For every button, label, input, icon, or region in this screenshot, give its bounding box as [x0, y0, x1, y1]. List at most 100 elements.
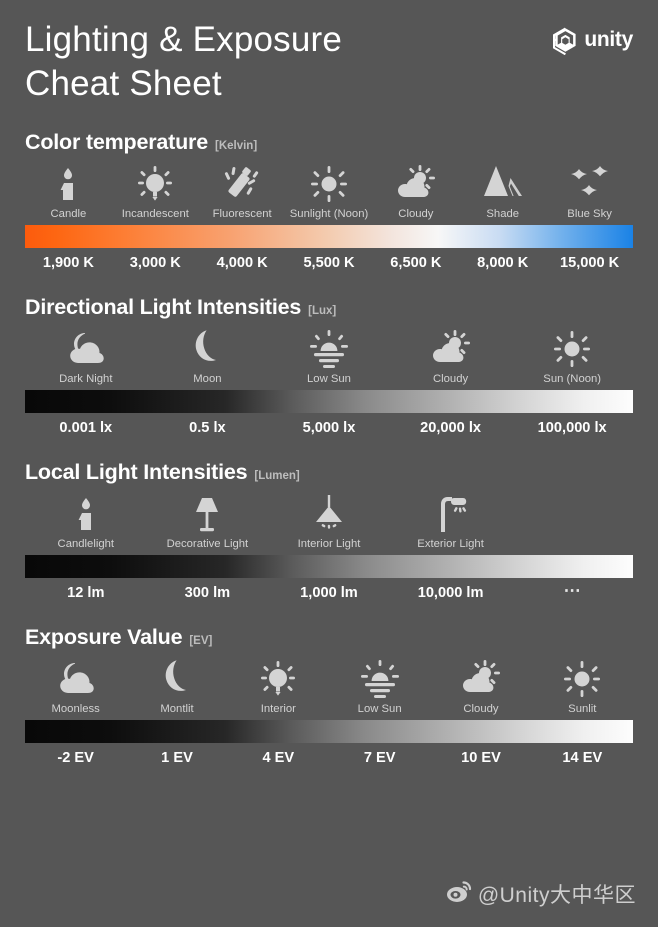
page-header: Lighting & Exposure Cheat Sheet unity	[25, 0, 633, 120]
directional-light-gradient-bar	[25, 390, 633, 413]
legend-item: Incandescent	[112, 162, 199, 220]
unity-cube-icon	[551, 25, 579, 55]
section-title: Directional Light Intensities	[25, 295, 302, 319]
section-unit: [Lumen]	[254, 470, 300, 482]
value-label: 5,000 lx	[302, 420, 356, 436]
moon-cloud-icon	[65, 327, 107, 369]
exposure-value-gradient-bar	[25, 720, 633, 743]
value-label: 8,000 K	[477, 255, 529, 271]
legend-label: Decorative Light	[166, 538, 249, 550]
legend-label: Low Sun	[357, 703, 402, 715]
legend-item: Sun (Noon)	[511, 327, 633, 385]
sun-icon	[310, 162, 348, 204]
value-label: 100,000 lx	[537, 420, 607, 436]
icon-row: Moonless Montlit Interior Low Sun Cloudy…	[25, 657, 633, 715]
candle-icon	[55, 162, 81, 204]
legend-item: Fluorescent	[199, 162, 286, 220]
legend-label: Montlit	[160, 703, 194, 715]
value-label: 20,000 lx	[420, 420, 482, 436]
legend-item: Low Sun	[329, 657, 430, 715]
section-title: Color temperature	[25, 130, 208, 154]
street-lamp-icon	[431, 492, 471, 534]
legend-label: Shade	[486, 208, 520, 220]
value-label: 12 lm	[67, 585, 105, 601]
section-header: Directional Light Intensities [Lux]	[25, 295, 633, 320]
legend-label: Interior	[260, 703, 296, 715]
legend-item: Cloudy	[430, 657, 531, 715]
icon-row: Candlelight Decorative Light Interior Li…	[25, 492, 633, 550]
legend-label: Sunlight (Noon)	[289, 208, 369, 220]
value-label: 4 EV	[262, 750, 295, 766]
section-unit: [Kelvin]	[214, 140, 258, 152]
section-unit: [EV]	[189, 635, 213, 647]
unity-brand-logo: unity	[551, 25, 633, 55]
sunset-icon	[308, 327, 350, 369]
value-label: 5,500 K	[303, 255, 355, 271]
page-title: Lighting & Exposure Cheat Sheet	[25, 20, 343, 103]
value-label: -2 EV	[57, 750, 94, 766]
value-row: 1,900 K 3,000 K 4,000 K 5,500 K 6,500 K …	[25, 255, 633, 271]
section-directional-light-intensities: Directional Light Intensities [Lux] Dark…	[25, 295, 633, 436]
legend-item: Moonless	[25, 657, 126, 715]
section-header: Local Light Intensities [Lumen]	[25, 460, 633, 485]
sun-cloud-icon	[460, 657, 502, 699]
legend-item: Candle	[25, 162, 112, 220]
legend-label: Moon	[193, 373, 222, 385]
section-local-light-intensities: Local Light Intensities [Lumen] Candleli…	[25, 460, 633, 601]
legend-label: Blue Sky	[567, 208, 612, 220]
icon-row: Candle Incandescent Fluorescent Sunlight…	[25, 162, 633, 220]
section-title: Local Light Intensities	[25, 460, 248, 484]
legend-item: Low Sun	[268, 327, 390, 385]
legend-item: Shade	[459, 162, 546, 220]
value-label: 0.5 lx	[189, 420, 226, 436]
sun-cloud-icon	[395, 162, 437, 204]
cheat-sheet-page: Lighting & Exposure Cheat Sheet unity Co…	[0, 0, 658, 927]
legend-label: Sunlit	[568, 703, 597, 715]
section-exposure-value: Exposure Value [EV] Moonless Montlit Int…	[25, 625, 633, 766]
legend-item: Interior Light	[268, 492, 390, 550]
legend-label: Exterior Light	[417, 538, 484, 550]
legend-label: Cloudy	[463, 703, 499, 715]
value-row: 12 lm 300 lm 1,000 lm 10,000 lm ⋯	[25, 582, 633, 601]
birds-icon	[569, 162, 611, 204]
lightbulb-icon	[136, 162, 174, 204]
value-label: 1,900 K	[42, 255, 94, 271]
value-label: 0.001 lx	[59, 420, 113, 436]
local-light-gradient-bar	[25, 555, 633, 578]
table-lamp-icon	[189, 492, 225, 534]
section-header: Color temperature [Kelvin]	[25, 130, 633, 155]
icon-row: Dark Night Moon Low Sun Cloudy Sun (Noon…	[25, 327, 633, 385]
value-label: 7 EV	[363, 750, 396, 766]
value-label: 10,000 lm	[417, 585, 484, 601]
value-row: -2 EV 1 EV 4 EV 7 EV 10 EV 14 EV	[25, 750, 633, 766]
legend-label: Interior Light	[297, 538, 361, 550]
value-label: 10 EV	[461, 750, 501, 766]
legend-item: Interior	[228, 657, 329, 715]
legend-label: Low Sun	[307, 373, 351, 385]
legend-item: Moon	[147, 327, 269, 385]
weibo-watermark: @Unity大中华区	[446, 879, 636, 909]
value-label: 300 lm	[184, 585, 231, 601]
weibo-icon	[446, 880, 472, 908]
candle-icon	[73, 492, 99, 534]
value-label: 4,000 K	[216, 255, 268, 271]
legend-label: Moonless	[51, 703, 100, 715]
fluorescent-icon	[223, 162, 261, 204]
lightbulb-icon	[259, 657, 297, 699]
legend-label: Candlelight	[57, 538, 115, 550]
value-label: 1 EV	[161, 750, 193, 766]
legend-item: Decorative Light	[147, 492, 269, 550]
value-label: 15,000 K	[559, 255, 620, 271]
legend-label: Cloudy	[398, 208, 434, 220]
legend-label: Sun (Noon)	[543, 373, 602, 385]
pendant-lamp-icon	[309, 492, 349, 534]
section-unit: [Lux]	[308, 305, 337, 317]
legend-label: Incandescent	[121, 208, 189, 220]
legend-label: Candle	[50, 208, 87, 220]
legend-item: Montlit	[126, 657, 227, 715]
value-label: 1,000 lm	[300, 585, 358, 601]
legend-item: Blue Sky	[546, 162, 633, 220]
value-label: 6,500 K	[390, 255, 442, 271]
legend-item: Exterior Light	[390, 492, 512, 550]
sun-icon	[563, 657, 601, 699]
